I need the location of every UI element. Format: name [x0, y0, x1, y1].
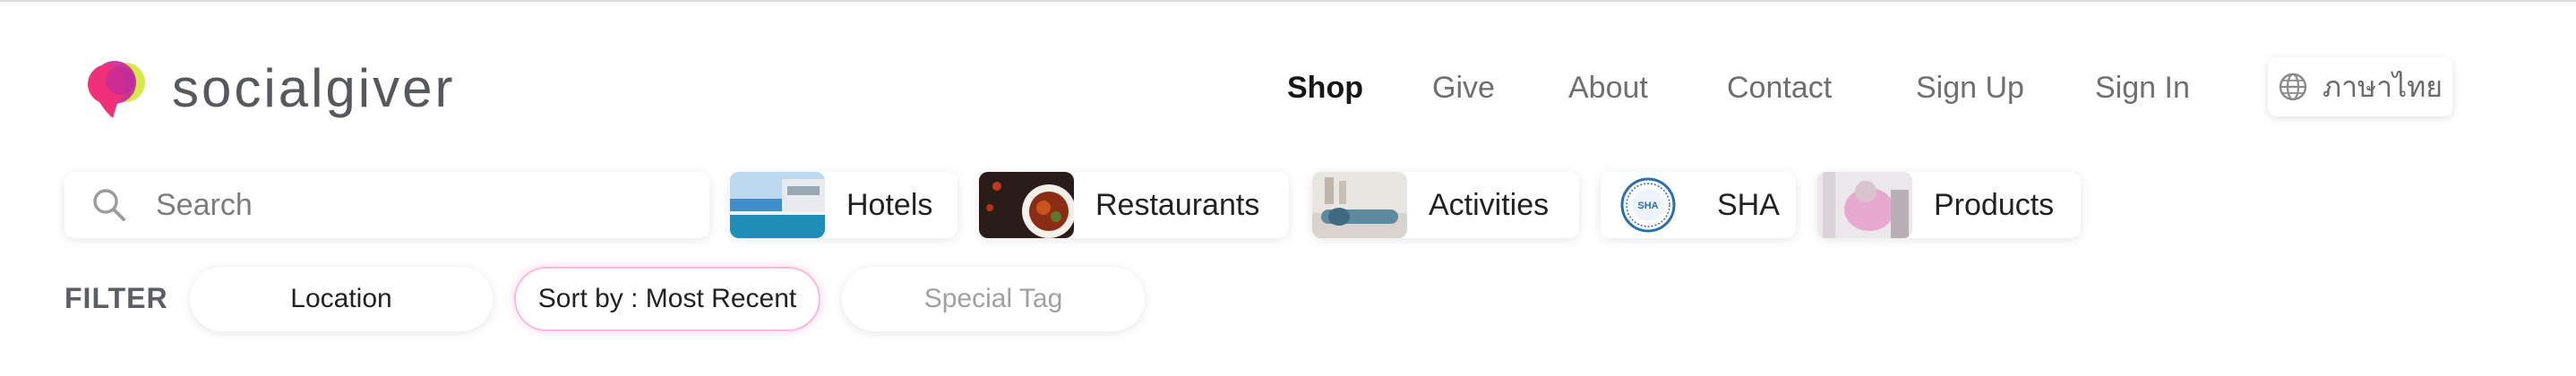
nav-signup-wrap: Sign Up	[1916, 57, 2024, 118]
products-thumbnail	[1817, 172, 1912, 238]
category-restaurants-label: Restaurants	[1095, 187, 1260, 222]
nav-about[interactable]: About	[1568, 71, 1648, 106]
sort-by-button[interactable]: Sort by : Most Recent	[514, 267, 820, 331]
category-products-label: Products	[1934, 187, 2055, 222]
language-switch-button[interactable]: ภาษาไทย	[2268, 57, 2452, 116]
special-tag-filter-button[interactable]: Special Tag	[842, 267, 1145, 331]
search-box[interactable]	[64, 172, 709, 238]
category-activities-label: Activities	[1429, 187, 1550, 222]
activities-thumbnail	[1312, 172, 1407, 238]
top-divider	[0, 0, 2576, 2]
category-activities[interactable]: Activities	[1312, 172, 1579, 238]
nav-give[interactable]: Give	[1432, 71, 1495, 106]
hotels-thumbnail	[730, 172, 825, 238]
category-hotels[interactable]: Hotels	[730, 172, 957, 238]
nav-shop[interactable]: Shop	[1287, 71, 1363, 106]
sha-thumbnail: SHA	[1601, 172, 1696, 238]
location-filter-button[interactable]: Location	[190, 267, 493, 331]
nav-signin-wrap: Sign In	[2095, 57, 2190, 118]
nav-contact[interactable]: Contact	[1727, 71, 1832, 106]
nav-shop-wrap: Shop	[1287, 57, 1363, 118]
category-restaurants[interactable]: Restaurants	[979, 172, 1289, 238]
socialgiver-heart-logo-icon	[88, 61, 145, 118]
sort-by-label: Sort by : Most Recent	[537, 284, 797, 313]
category-hotels-label: Hotels	[846, 187, 933, 222]
language-label: ภาษาไทย	[2322, 70, 2443, 103]
restaurants-thumbnail	[979, 172, 1074, 238]
brand-logo[interactable]: socialgiver	[81, 52, 455, 124]
nav-contact-wrap: Contact	[1727, 57, 1832, 118]
globe-icon	[2279, 73, 2307, 101]
brand-name: socialgiver	[172, 57, 456, 118]
svg-text:SHA: SHA	[1637, 201, 1658, 211]
nav-give-wrap: Give	[1432, 57, 1495, 118]
search-icon	[93, 189, 125, 221]
nav-about-wrap: About	[1568, 57, 1648, 118]
category-products[interactable]: Products	[1817, 172, 2081, 238]
category-sha-label: SHA	[1717, 187, 1780, 222]
location-filter-label: Location	[290, 284, 392, 313]
nav-sign-in[interactable]: Sign In	[2095, 71, 2190, 106]
nav-sign-up[interactable]: Sign Up	[1916, 71, 2024, 106]
category-sha[interactable]: SHA SHA	[1601, 172, 1796, 238]
special-tag-label: Special Tag	[923, 284, 1063, 313]
search-input[interactable]	[154, 186, 677, 224]
filter-label: FILTER	[64, 282, 168, 314]
